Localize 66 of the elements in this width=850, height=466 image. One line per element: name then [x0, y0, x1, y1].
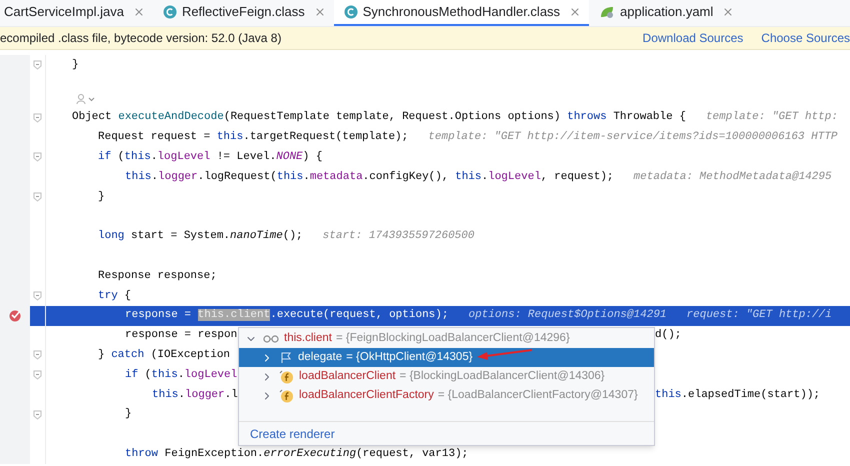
code-text: this.elapsedTime(start)); [655, 388, 820, 403]
variable-value: = {FeignBlockingLoadBalancerClient@14296} [336, 330, 570, 346]
create-renderer-link[interactable]: Create renderer [250, 424, 335, 442]
code-text: } [125, 407, 132, 422]
editor-tab[interactable]: SynchronousMethodHandler.class [334, 0, 590, 26]
variable-value: = {LoadBalancerClientFactory@14307} [438, 388, 638, 403]
fold-marker-icon[interactable] [33, 350, 42, 360]
fold-marker-icon[interactable] [33, 410, 42, 420]
close-icon[interactable] [132, 6, 145, 18]
close-icon[interactable] [314, 6, 326, 18]
variable-value: = {OkHttpClient@14305} [346, 350, 473, 365]
variable-name: this.client [284, 330, 332, 346]
variable-name: loadBalancerClientFactory [299, 388, 434, 403]
inline-hint: template: "GET http://item-service/items?ids=100000006163 HTTP [428, 130, 838, 146]
code-text: Request request = this.targetRequest(template); [98, 130, 408, 146]
editor-tab[interactable]: application.yaml [589, 0, 742, 26]
fold-marker-icon[interactable] [33, 152, 42, 162]
fold-marker-icon[interactable] [33, 290, 42, 301]
class-file-icon [344, 5, 358, 19]
code-text: this.logger.logRequest(this.metadata.configKey(), this.logLevel, request); [125, 170, 614, 185]
flag-icon [279, 352, 293, 364]
code-text: response = respon [125, 328, 238, 344]
close-icon[interactable] [722, 6, 734, 18]
fold-marker-icon[interactable] [33, 370, 42, 380]
fold-marker-icon[interactable] [33, 192, 42, 202]
variable-row[interactable]: loadBalancerClient = {BlockingLoadBalancerClient@14306} [239, 367, 654, 386]
banner-link[interactable]: Choose Sources [761, 29, 850, 47]
code-text: this.logger.l [152, 388, 238, 403]
inline-hint: metadata: MethodMetadata@14295 [634, 170, 832, 185]
code-text: response = this.client.execute(request, options); [125, 308, 448, 324]
variable-name: loadBalancerClient [299, 368, 396, 384]
code-text: if (this.logLevel [125, 368, 238, 383]
code-text: } [72, 58, 79, 73]
banner-message: ecompiled .class file, bytecode version: 52.0 (Java 8) [0, 30, 282, 47]
editor-tab[interactable]: ReflectiveFeign.class [152, 0, 334, 26]
banner-link[interactable]: Download Sources [642, 29, 744, 47]
fold-marker-icon[interactable] [33, 112, 42, 123]
inline-hint: template: "GET http: [706, 110, 838, 126]
code-text: long start = System.nanoTime(); [98, 229, 303, 244]
code-text: Object executeAndDecode(RequestTemplate template, Request.Options options) throws Throwable { [72, 110, 686, 126]
variable-row[interactable]: delegate = {OkHttpClient@14305} [239, 348, 654, 367]
code-text: } catch (IOException [98, 348, 230, 363]
code-text: Response response; [98, 268, 217, 284]
variable-row[interactable]: loadBalancerClientFactory = {LoadBalancerClientFactory@14307} [239, 386, 654, 405]
leaf-icon [599, 5, 616, 19]
inline-hint: start: 1743935597260500 [322, 229, 474, 244]
inline-hint: options: Request$Options@14291 [468, 308, 667, 324]
breakpoint-icon[interactable] [8, 309, 22, 322]
inline-hint: request: "GET http://i [686, 308, 832, 324]
variable-value: = {BlockingLoadBalancerClient@14306} [400, 368, 605, 384]
code-text: d(); [655, 328, 682, 344]
code-text: } [98, 190, 105, 205]
close-icon[interactable] [569, 6, 582, 18]
glasses-icon [263, 334, 279, 344]
class-file-icon [162, 5, 177, 19]
variable-name: delegate [298, 350, 342, 365]
field-icon [279, 370, 294, 384]
editor-tab[interactable]: CartServiceImpl.java [0, 0, 153, 26]
author-inlay-icon[interactable] [76, 93, 96, 106]
code-text: try { [98, 288, 132, 304]
code-text: if (this.logLevel != Level.NONE) { [98, 150, 322, 166]
fold-marker-icon[interactable] [33, 60, 42, 70]
field-icon [279, 388, 294, 402]
variable-row[interactable]: this.client = {FeignBlockingLoadBalancerClient@14296} [239, 329, 654, 348]
code-text: throw FeignException.errorExecuting(request, var13); [125, 446, 468, 462]
annotation-arrow [476, 349, 534, 361]
